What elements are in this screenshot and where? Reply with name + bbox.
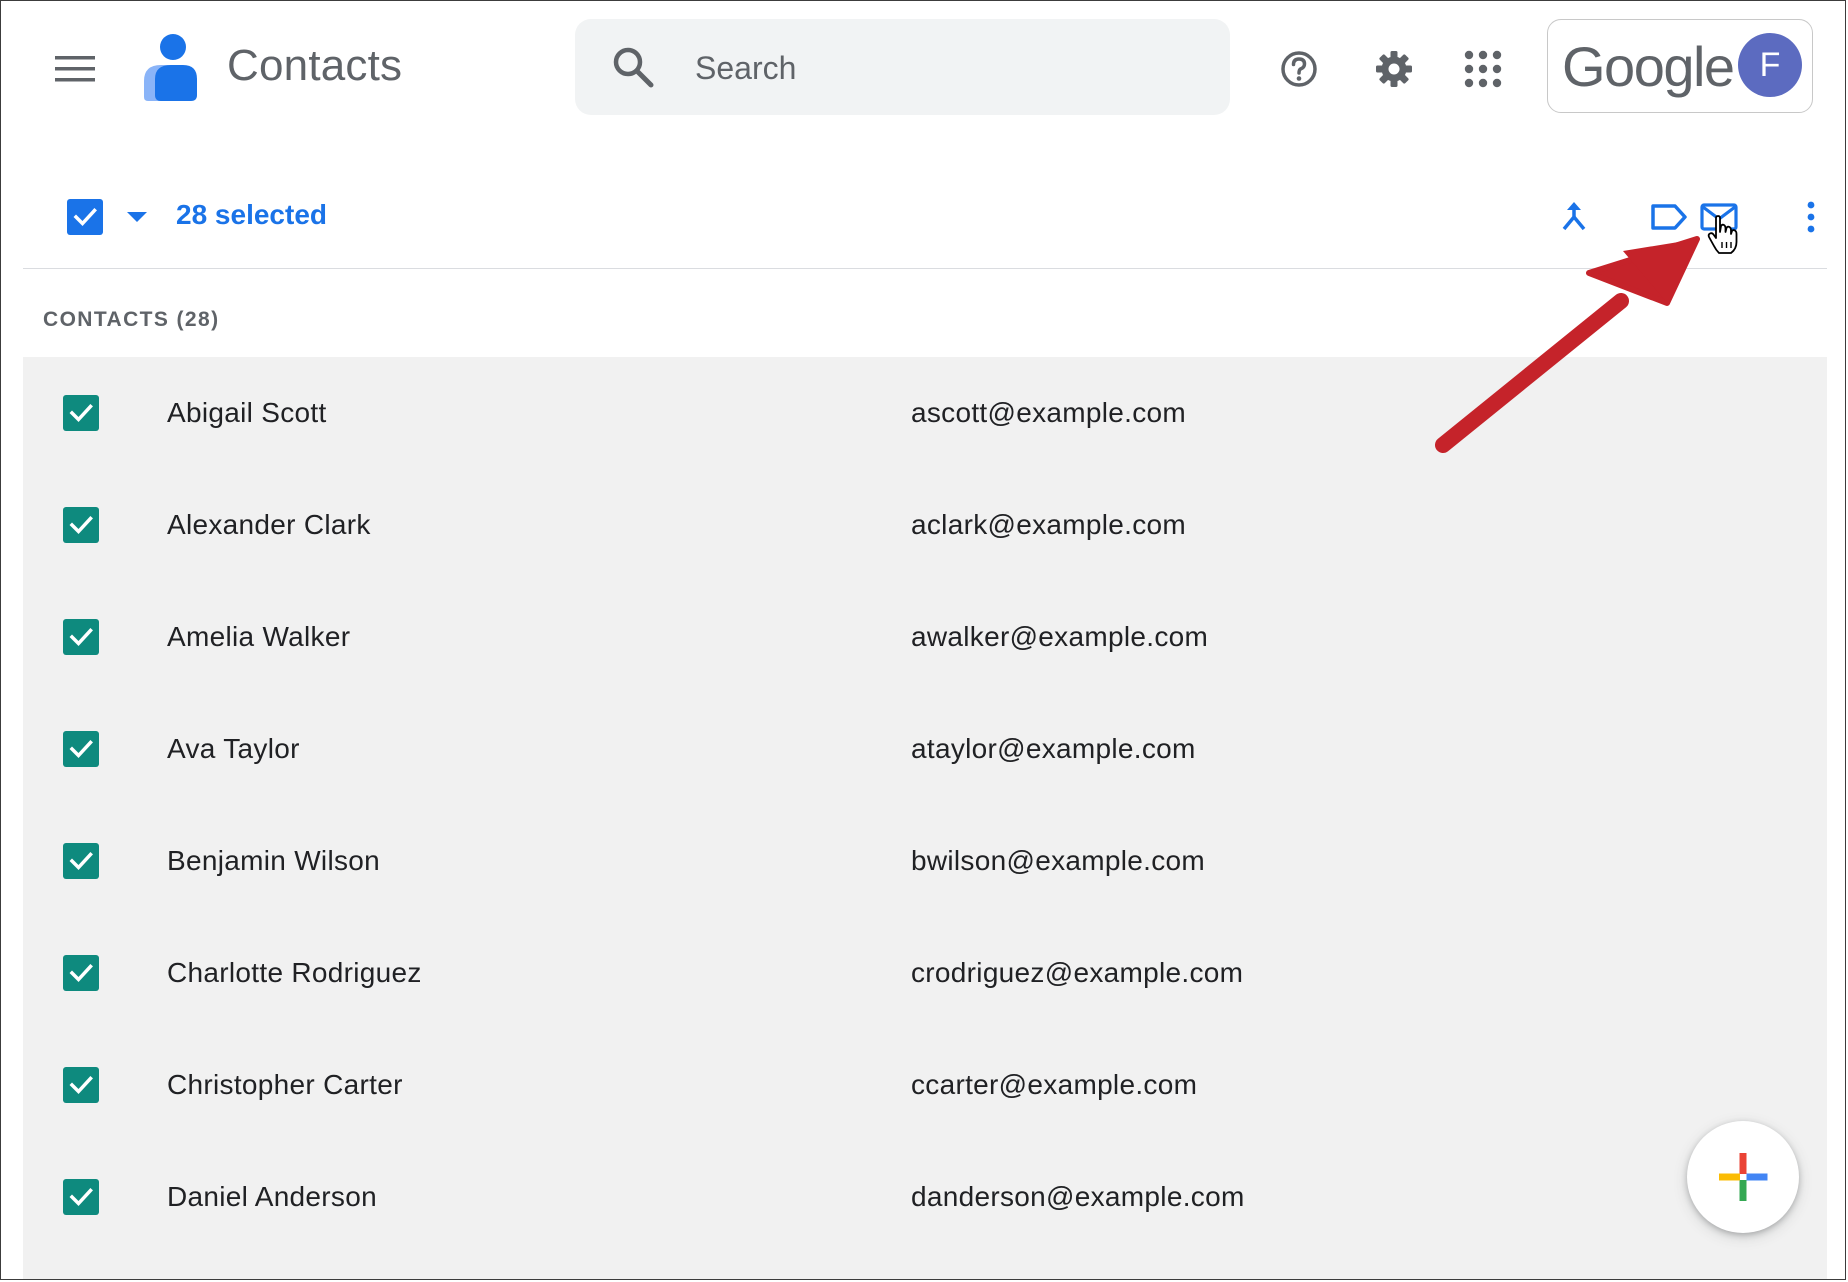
contact-name: Abigail Scott <box>167 397 327 428</box>
table-row[interactable]: Abigail Scott ascott@example.com <box>23 357 1827 469</box>
contact-email: aclark@example.com <box>911 509 1187 540</box>
checkmark-icon <box>69 852 93 871</box>
table-row[interactable]: Charlotte Rodriguez crodriguez@example.c… <box>23 917 1827 1029</box>
table-row[interactable]: Benjamin Wilson bwilson@example.com <box>23 805 1827 917</box>
app-header: Contacts Search Google F <box>1 1 1845 136</box>
contact-name: Benjamin Wilson <box>167 845 381 876</box>
contact-name: Amelia Walker <box>167 621 351 652</box>
table-row[interactable]: Daniel Anderson danderson@example.com <box>23 1141 1827 1253</box>
app-title: Contacts <box>227 41 403 90</box>
selected-count: 28 selected <box>176 199 327 230</box>
row-checkbox[interactable] <box>63 843 99 879</box>
row-checkbox[interactable] <box>63 731 99 767</box>
contact-list: Abigail Scott ascott@example.com Alexand… <box>23 357 1827 1279</box>
label-button[interactable] <box>1643 191 1695 243</box>
help-circle-icon <box>1281 51 1317 87</box>
checkmark-icon <box>69 1188 93 1207</box>
merge-icon <box>1562 202 1586 231</box>
contact-name: Christopher Carter <box>167 1069 403 1100</box>
select-all-checkbox[interactable] <box>67 199 103 235</box>
contact-email: bwilson@example.com <box>911 845 1206 876</box>
row-checkbox[interactable] <box>63 619 99 655</box>
contact-name: Alexander Clark <box>167 509 371 540</box>
table-row[interactable]: Alexander Clark aclark@example.com <box>23 469 1827 581</box>
email-icon <box>1700 203 1738 231</box>
search-icon[interactable] <box>611 45 655 89</box>
row-checkbox[interactable] <box>63 955 99 991</box>
app-window: Contacts Search Google F 28 selected CON… <box>0 0 1846 1280</box>
contact-email: danderson@example.com <box>911 1181 1245 1212</box>
contact-email: ccarter@example.com <box>911 1069 1198 1100</box>
contact-email: ascott@example.com <box>911 397 1187 428</box>
settings-button[interactable] <box>1364 39 1424 99</box>
contact-name: Daniel Anderson <box>167 1181 377 1212</box>
checkmark-icon <box>69 404 93 423</box>
row-checkbox[interactable] <box>63 507 99 543</box>
search-bar[interactable] <box>575 19 1230 115</box>
contact-email: crodriguez@example.com <box>911 957 1244 988</box>
account-switcher[interactable]: Google F <box>1547 19 1813 113</box>
email-button[interactable] <box>1693 191 1745 243</box>
hamburger-menu-icon <box>55 56 95 82</box>
selection-toolbar: 28 selected <box>23 169 1827 269</box>
search-input[interactable] <box>693 41 1197 95</box>
more-vert-icon <box>1807 201 1815 233</box>
contact-email: awalker@example.com <box>911 621 1209 652</box>
table-row[interactable]: Christopher Carter ccarter@example.com <box>23 1029 1827 1141</box>
row-checkbox[interactable] <box>63 1179 99 1215</box>
contact-name: Ava Taylor <box>167 733 300 764</box>
avatar[interactable]: F <box>1738 33 1802 97</box>
apps-grid-icon <box>1464 50 1502 88</box>
table-row[interactable]: Ava Taylor ataylor@example.com <box>23 693 1827 805</box>
caret-down-icon <box>127 212 147 222</box>
contacts-section-title: CONTACTS (28) <box>43 308 220 331</box>
checkmark-icon <box>73 208 97 227</box>
selection-dropdown-button[interactable] <box>119 199 155 235</box>
checkmark-icon <box>69 740 93 759</box>
row-checkbox[interactable] <box>63 1067 99 1103</box>
checkmark-icon <box>69 964 93 983</box>
contacts-person-icon <box>144 34 197 101</box>
create-contact-button[interactable] <box>1687 1121 1799 1233</box>
checkmark-icon <box>69 1076 93 1095</box>
google-apps-button[interactable] <box>1453 39 1513 99</box>
gear-icon <box>1376 51 1412 87</box>
plus-icon <box>1719 1153 1768 1201</box>
merge-button[interactable] <box>1548 191 1600 243</box>
table-row[interactable]: Amelia Walker awalker@example.com <box>23 581 1827 693</box>
label-icon <box>1651 204 1687 230</box>
checkmark-icon <box>69 628 93 647</box>
main-menu-button[interactable] <box>45 39 105 99</box>
row-checkbox[interactable] <box>63 395 99 431</box>
checkmark-icon <box>69 516 93 535</box>
contact-name: Charlotte Rodriguez <box>167 957 422 988</box>
more-actions-button[interactable] <box>1785 191 1837 243</box>
help-button[interactable] <box>1269 39 1329 99</box>
google-logo-text: Google <box>1562 35 1735 98</box>
contact-email: ataylor@example.com <box>911 733 1196 764</box>
